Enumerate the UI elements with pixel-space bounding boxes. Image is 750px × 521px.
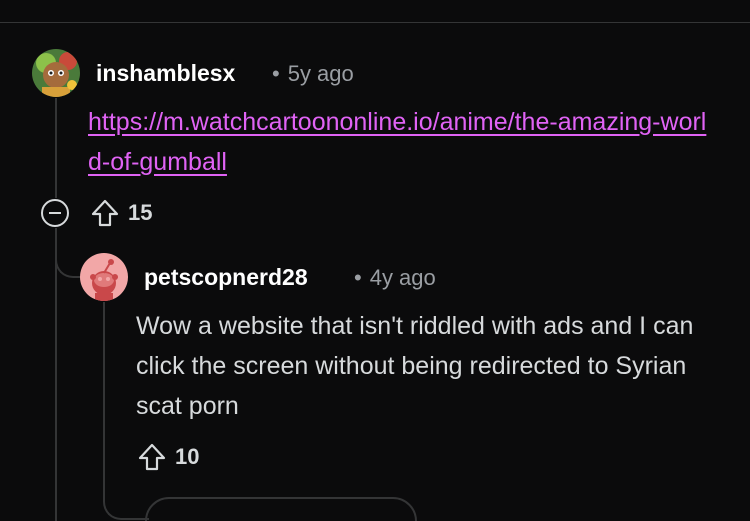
more-replies-button[interactable]: [145, 497, 417, 521]
comment-thread: inshamblesx • 5y ago https://m.watchcarto…: [0, 0, 750, 521]
comment-body: Wow a website that isn't riddled with ad…: [136, 312, 694, 420]
meta-separator: •: [272, 61, 280, 86]
comment-link[interactable]: https://m.watchcartoononline.io/anime/th…: [88, 102, 708, 182]
comment-author[interactable]: inshamblesx: [96, 60, 235, 87]
upvote-arrow-icon: [138, 443, 166, 471]
avatar[interactable]: [80, 253, 128, 301]
avatar[interactable]: [32, 49, 80, 97]
comment-timestamp[interactable]: 5y ago: [288, 61, 354, 86]
upvote-button[interactable]: 15: [90, 198, 152, 228]
minus-icon: [49, 212, 61, 214]
divider: [0, 22, 750, 23]
vote-count: 10: [175, 444, 200, 469]
upvote-arrow-icon: [91, 199, 119, 227]
thread-connector: [103, 470, 149, 520]
snoo-avatar-green-icon: [32, 49, 80, 97]
thread-line[interactable]: [103, 302, 105, 477]
upvote-button[interactable]: 10: [137, 442, 199, 472]
meta-separator: •: [354, 265, 362, 290]
vote-count: 15: [128, 200, 153, 225]
collapse-thread-button[interactable]: [41, 199, 69, 227]
thread-connector: [55, 236, 83, 278]
comment-timestamp[interactable]: 4y ago: [370, 265, 436, 290]
comment-author[interactable]: petscopnerd28: [144, 264, 308, 291]
snoo-avatar-pink-icon: [80, 253, 128, 301]
comment-meta: • 4y ago: [348, 265, 436, 291]
comment-meta: • 5y ago: [266, 61, 354, 87]
thread-line[interactable]: [55, 228, 57, 521]
thread-line[interactable]: [55, 98, 57, 198]
